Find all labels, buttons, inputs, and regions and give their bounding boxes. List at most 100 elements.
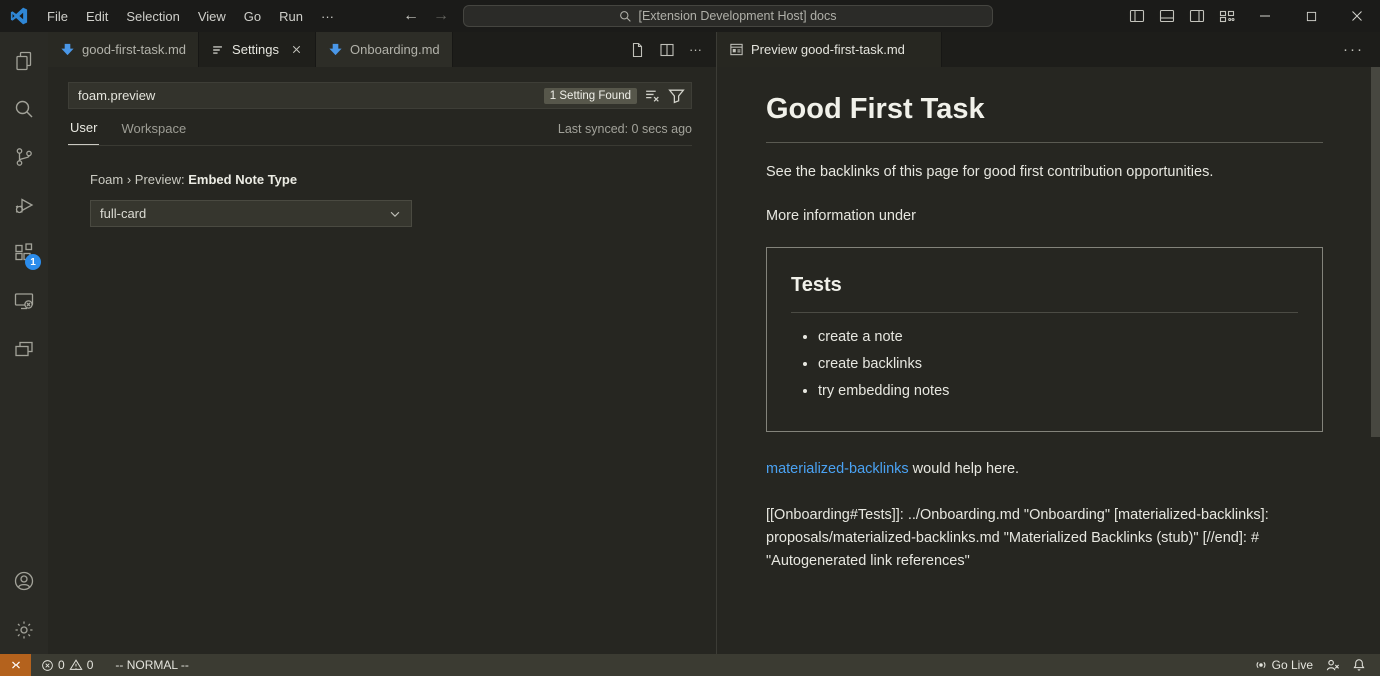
menu-view[interactable]: View (189, 0, 235, 32)
menu-run[interactable]: Run (270, 0, 312, 32)
error-icon (41, 659, 54, 672)
explorer-icon[interactable] (0, 37, 48, 85)
remote-indicator[interactable] (0, 654, 31, 676)
settings-editor: foam.preview 1 Setting Found User Worksp… (48, 67, 716, 654)
embedded-note-heading: Tests (791, 270, 1298, 313)
materialized-backlinks-link[interactable]: materialized-backlinks (766, 461, 909, 477)
go-live-button[interactable]: Go Live (1248, 654, 1319, 676)
editor-groups: good-first-task.md Settings Onboarding. (48, 32, 1380, 654)
tab-settings[interactable]: Settings (199, 32, 316, 67)
toggle-panel-icon[interactable] (1152, 1, 1182, 31)
toggle-secondary-sidebar-icon[interactable] (1182, 1, 1212, 31)
person-x-icon (1325, 658, 1340, 673)
setting-item-embed-note-type: Foam › Preview: Embed Note Type full-car… (90, 172, 692, 227)
tab-label: Preview good-first-task.md (751, 42, 905, 57)
settings-scope-tabs: User Workspace Last synced: 0 secs ago (68, 109, 692, 146)
markdown-file-icon (60, 42, 75, 57)
go-live-label: Go Live (1272, 658, 1313, 672)
editor-actions-overflow-icon[interactable]: ··· (1343, 32, 1380, 67)
title-bar: File Edit Selection View Go Run ··· ← → … (0, 0, 1380, 32)
title-bar-right (1122, 0, 1380, 32)
manage-settings-gear-icon[interactable] (0, 606, 48, 654)
editor-actions-left: ··· (629, 32, 716, 67)
scope-tab-user[interactable]: User (68, 120, 99, 145)
workbench: 1 good-first-task.md (0, 32, 1380, 654)
preview-scrollbar[interactable] (1371, 67, 1380, 437)
remote-explorer-icon[interactable] (0, 277, 48, 325)
customize-layout-icon[interactable] (1212, 1, 1242, 31)
toggle-primary-sidebar-icon[interactable] (1122, 1, 1152, 31)
embed-note-type-select[interactable]: full-card (90, 200, 412, 227)
window-minimize-button[interactable] (1242, 0, 1288, 32)
tab-close-icon[interactable] (290, 43, 303, 56)
markdown-preview-icon (729, 42, 744, 57)
window-maximize-button[interactable] (1288, 0, 1334, 32)
tab-bar-right: Preview good-first-task.md ··· (717, 32, 1380, 67)
warning-count: 0 (87, 658, 94, 672)
history-navigation: ← → (403, 7, 449, 25)
markdown-file-icon (328, 42, 343, 57)
source-control-icon[interactable] (0, 133, 48, 181)
broadcast-icon (1254, 658, 1268, 672)
navigate-back-icon[interactable]: ← (403, 7, 419, 25)
extensions-badge: 1 (25, 254, 41, 270)
split-editor-icon[interactable] (659, 42, 675, 58)
open-changes-icon[interactable] (629, 42, 645, 58)
menu-selection[interactable]: Selection (117, 0, 188, 32)
tab-label: good-first-task.md (82, 42, 186, 57)
menu-go[interactable]: Go (235, 0, 270, 32)
tab-label: Onboarding.md (350, 42, 440, 57)
preview-paragraph: More information under (766, 206, 1323, 228)
list-item: create backlinks (818, 354, 1298, 376)
vim-mode-indicator[interactable]: -- NORMAL -- (109, 654, 195, 676)
search-view-icon[interactable] (0, 85, 48, 133)
settings-result-count-badge: 1 Setting Found (544, 88, 637, 104)
list-item: create a note (818, 327, 1298, 349)
list-item: try embedding notes (818, 381, 1298, 403)
clear-search-results-icon[interactable] (644, 87, 661, 104)
navigate-forward-icon[interactable]: → (433, 7, 449, 25)
chevron-down-icon (388, 207, 402, 221)
tab-bar-left: good-first-task.md Settings Onboarding. (48, 32, 716, 67)
menu-file[interactable]: File (38, 0, 77, 32)
notifications-bell-icon[interactable] (1346, 654, 1372, 676)
tab-onboarding[interactable]: Onboarding.md (316, 32, 453, 67)
vscode-logo-icon (0, 7, 38, 25)
command-center-title: [Extension Development Host] docs (638, 9, 836, 23)
embedded-note-card: Tests create a note create backlinks try… (766, 247, 1323, 432)
editor-group-left: good-first-task.md Settings Onboarding. (48, 32, 716, 654)
editor-layouts-icon[interactable] (0, 325, 48, 373)
more-actions-icon[interactable]: ··· (689, 42, 702, 57)
link-references-text: [[Onboarding#Tests]]: ../Onboarding.md "… (766, 504, 1323, 573)
status-bar: 0 0 -- NORMAL -- Go Live (0, 654, 1380, 676)
markdown-preview: Good First Task See the backlinks of thi… (717, 67, 1380, 654)
error-count: 0 (58, 658, 65, 672)
setting-category: Foam › Preview: (90, 172, 188, 187)
setting-label: Foam › Preview: Embed Note Type (90, 172, 692, 187)
command-center[interactable]: [Extension Development Host] docs (463, 5, 993, 27)
last-synced-status: Last synced: 0 secs ago (558, 122, 692, 145)
preview-paragraph: See the backlinks of this page for good … (766, 162, 1323, 184)
settings-search-input[interactable]: foam.preview 1 Setting Found (68, 82, 692, 109)
editor-group-right: Preview good-first-task.md ··· Good Firs… (717, 32, 1380, 654)
menu-overflow[interactable]: ··· (312, 0, 343, 32)
window-close-button[interactable] (1334, 0, 1380, 32)
extensions-icon[interactable]: 1 (0, 229, 48, 277)
warning-icon (69, 658, 83, 672)
run-and-debug-icon[interactable] (0, 181, 48, 229)
tab-good-first-task[interactable]: good-first-task.md (48, 32, 199, 67)
accounts-icon[interactable] (0, 558, 48, 606)
tab-preview-good-first-task[interactable]: Preview good-first-task.md (717, 32, 942, 67)
menu-edit[interactable]: Edit (77, 0, 117, 32)
scope-tab-workspace[interactable]: Workspace (119, 121, 188, 145)
search-icon (619, 10, 632, 23)
settings-editor-icon (211, 43, 225, 57)
live-share-status[interactable] (1319, 654, 1346, 676)
setting-name: Embed Note Type (188, 172, 297, 187)
preview-paragraph: materialized-backlinks would help here. (766, 459, 1323, 481)
selected-option: full-card (100, 206, 146, 221)
preview-heading: Good First Task (766, 88, 1323, 143)
filter-settings-icon[interactable] (668, 87, 685, 104)
problems-status[interactable]: 0 0 (35, 654, 99, 676)
link-tail-text: would help here. (909, 461, 1019, 477)
